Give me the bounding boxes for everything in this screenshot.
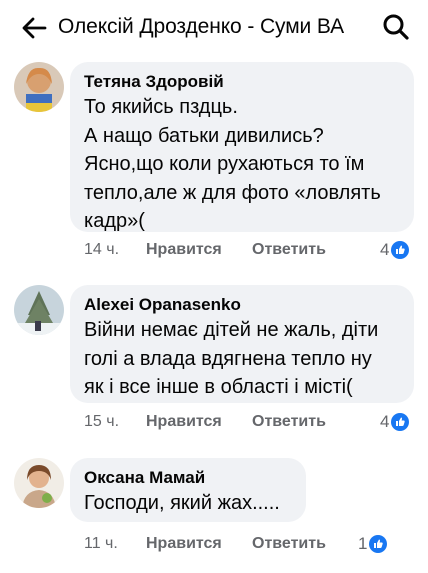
like-thumb-icon bbox=[369, 535, 388, 553]
comment-author[interactable]: Alexei Opanasenko bbox=[84, 294, 400, 316]
reaction-summary[interactable]: 4 bbox=[380, 409, 410, 435]
search-icon[interactable] bbox=[381, 12, 411, 42]
reaction-summary[interactable]: 4 bbox=[380, 237, 410, 263]
like-thumb-icon bbox=[391, 413, 410, 431]
comment-time[interactable]: 15 ч. bbox=[84, 409, 119, 435]
avatar[interactable] bbox=[14, 285, 64, 335]
avatar-image bbox=[14, 285, 64, 335]
avatar[interactable] bbox=[14, 458, 64, 508]
avatar-image bbox=[14, 62, 64, 112]
reaction-count: 4 bbox=[380, 240, 390, 259]
comment-author[interactable]: Оксана Мамай bbox=[84, 467, 292, 489]
avatar-image bbox=[14, 458, 64, 508]
comment-bubble: Alexei Opanasenko Війни немає дітей не ж… bbox=[70, 285, 414, 403]
comment-time[interactable]: 14 ч. bbox=[84, 237, 119, 263]
comment-bubble: Тетяна Здоровій То якийсь пздць. А нащо … bbox=[70, 62, 414, 232]
reply-button[interactable]: Ответить bbox=[252, 237, 326, 263]
comment-time[interactable]: 11 ч. bbox=[84, 531, 118, 557]
reply-button[interactable]: Ответить bbox=[252, 531, 326, 557]
comment-text: То якийсь пздць. А нащо батьки дивились?… bbox=[84, 96, 381, 232]
comment-text: Війни немає дітей не жаль, діти голі а в… bbox=[84, 319, 379, 398]
like-button[interactable]: Нравится bbox=[146, 237, 222, 263]
top-bar: Олексій Дрозденко - Суми ВА bbox=[0, 0, 428, 56]
like-button[interactable]: Нравится bbox=[146, 531, 222, 557]
arrow-left-icon[interactable] bbox=[20, 14, 48, 42]
like-button[interactable]: Нравится bbox=[146, 409, 222, 435]
comment-actions: 11 ч. Нравится Ответить 1 bbox=[84, 531, 414, 557]
reply-button[interactable]: Ответить bbox=[252, 409, 326, 435]
avatar[interactable] bbox=[14, 62, 64, 112]
comment-actions: 15 ч. Нравится Ответить 4 bbox=[84, 409, 414, 435]
page-title: Олексій Дрозденко - Суми ВА bbox=[58, 15, 345, 38]
reaction-summary[interactable]: 1 bbox=[358, 531, 388, 557]
comment-actions: 14 ч. Нравится Ответить 4 bbox=[84, 237, 414, 263]
comment-bubble: Оксана Мамай Господи, який жах..... bbox=[70, 458, 306, 522]
like-thumb-icon bbox=[391, 241, 410, 259]
comment-text: Господи, який жах..... bbox=[84, 492, 280, 514]
reaction-count: 1 bbox=[358, 534, 368, 553]
comment-author[interactable]: Тетяна Здоровій bbox=[84, 71, 400, 93]
reaction-count: 4 bbox=[380, 412, 390, 431]
